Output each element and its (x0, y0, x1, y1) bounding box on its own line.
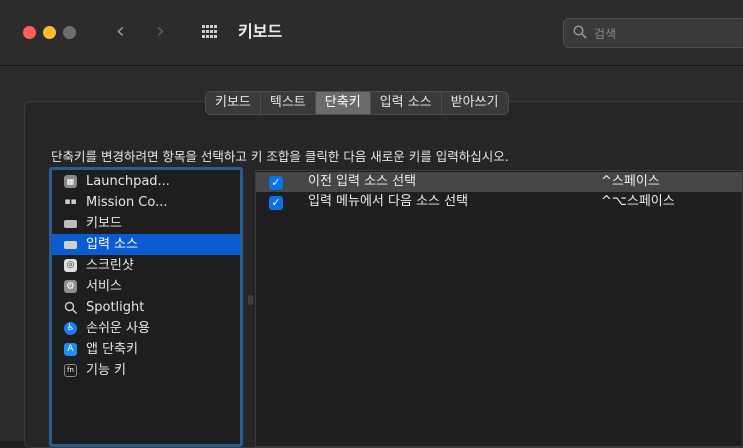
split-view-divider[interactable] (248, 295, 253, 305)
sidebar-item-spotlight[interactable]: Spotlight (52, 297, 240, 318)
minimize-button[interactable] (43, 26, 56, 39)
sidebar-item-label: Launchpad... (86, 174, 170, 189)
shortcut-key-combo[interactable]: ^⌥스페이스 (601, 192, 675, 212)
shortcut-list[interactable]: ✓ 이전 입력 소스 선택 ^스페이스 ✓ 입력 메뉴에서 다음 소스 선택 ^… (255, 170, 743, 447)
zoom-button[interactable] (63, 26, 76, 39)
shortcut-checkbox[interactable]: ✓ (269, 176, 283, 190)
sidebar-item-label: 서비스 (86, 279, 122, 294)
sidebar-item-label: 입력 소스 (86, 237, 138, 252)
tab-text[interactable]: 텍스트 (261, 92, 316, 114)
sidebar-item-mission-control[interactable]: ▪▪ Mission Co... (52, 192, 240, 213)
tab-shortcuts[interactable]: 단축키 (315, 92, 371, 114)
app-store-icon: A (64, 343, 77, 356)
system-preferences-window: ‹ › 키보드 키보드 텍스트 단축키 입력 소스 받아쓰기 단축키를 변경하려… (0, 0, 743, 448)
screenshot-icon: ◎ (64, 259, 77, 272)
sidebar-item-label: 앱 단축키 (86, 342, 138, 357)
tab-input-sources[interactable]: 입력 소스 (371, 92, 442, 114)
search-field[interactable] (563, 18, 743, 48)
window-title: 키보드 (238, 22, 283, 41)
shortcut-category-list[interactable]: ▦ Launchpad... ▪▪ Mission Co... 키보드 입력 소… (49, 167, 243, 447)
sidebar-item-label: 스크린샷 (86, 258, 134, 273)
shortcut-label: 이전 입력 소스 선택 (308, 174, 417, 189)
sidebar-item-keyboard[interactable]: 키보드 (52, 213, 240, 234)
input-source-icon (64, 241, 77, 249)
sidebar-item-label: 손쉬운 사용 (86, 321, 150, 336)
shortcut-key-combo[interactable]: ^스페이스 (601, 172, 660, 192)
shortcut-row[interactable]: ✓ 이전 입력 소스 선택 ^스페이스 (256, 172, 742, 192)
instruction-text: 단축키를 변경하려면 항목을 선택하고 키 조합을 클릭한 다음 새로운 키를 … (51, 149, 509, 164)
tab-keyboard[interactable]: 키보드 (206, 92, 261, 114)
title-bar: ‹ › 키보드 (0, 0, 743, 66)
show-all-grid-icon[interactable] (202, 25, 218, 39)
sidebar-item-label: 키보드 (86, 216, 122, 231)
tab-dictation[interactable]: 받아쓰기 (442, 92, 508, 114)
sidebar-item-launchpad[interactable]: ▦ Launchpad... (52, 171, 240, 192)
sidebar-item-accessibility[interactable]: ♿ 손쉬운 사용 (52, 318, 240, 339)
spotlight-search-icon (64, 301, 77, 314)
search-icon (573, 25, 587, 39)
sidebar-item-label: Mission Co... (86, 195, 168, 210)
forward-chevron-icon[interactable]: › (156, 18, 165, 46)
sidebar-item-input-sources[interactable]: 입력 소스 (52, 234, 240, 255)
accessibility-icon: ♿ (64, 322, 77, 335)
sidebar-item-label: Spotlight (86, 300, 145, 315)
keyboard-icon (64, 220, 77, 228)
shortcut-row[interactable]: ✓ 입력 메뉴에서 다음 소스 선택 ^⌥스페이스 (256, 192, 742, 212)
back-chevron-icon[interactable]: ‹ (116, 18, 125, 46)
search-input[interactable] (592, 23, 736, 45)
shortcut-checkbox[interactable]: ✓ (269, 196, 283, 210)
sidebar-item-screenshots[interactable]: ◎ 스크린샷 (52, 255, 240, 276)
sidebar-item-function-keys[interactable]: fn 기능 키 (52, 360, 240, 381)
sidebar-item-app-shortcuts[interactable]: A 앱 단축키 (52, 339, 240, 360)
launchpad-icon: ▦ (64, 175, 77, 188)
fn-key-icon: fn (64, 364, 77, 377)
shortcut-label: 입력 메뉴에서 다음 소스 선택 (308, 194, 469, 209)
tab-bar: 키보드 텍스트 단축키 입력 소스 받아쓰기 (205, 91, 509, 115)
sidebar-item-label: 기능 키 (86, 363, 127, 378)
sidebar-item-services[interactable]: ⚙ 서비스 (52, 276, 240, 297)
mission-control-icon: ▪▪ (64, 196, 77, 209)
services-gear-icon: ⚙ (64, 280, 77, 293)
close-button[interactable] (23, 26, 36, 39)
